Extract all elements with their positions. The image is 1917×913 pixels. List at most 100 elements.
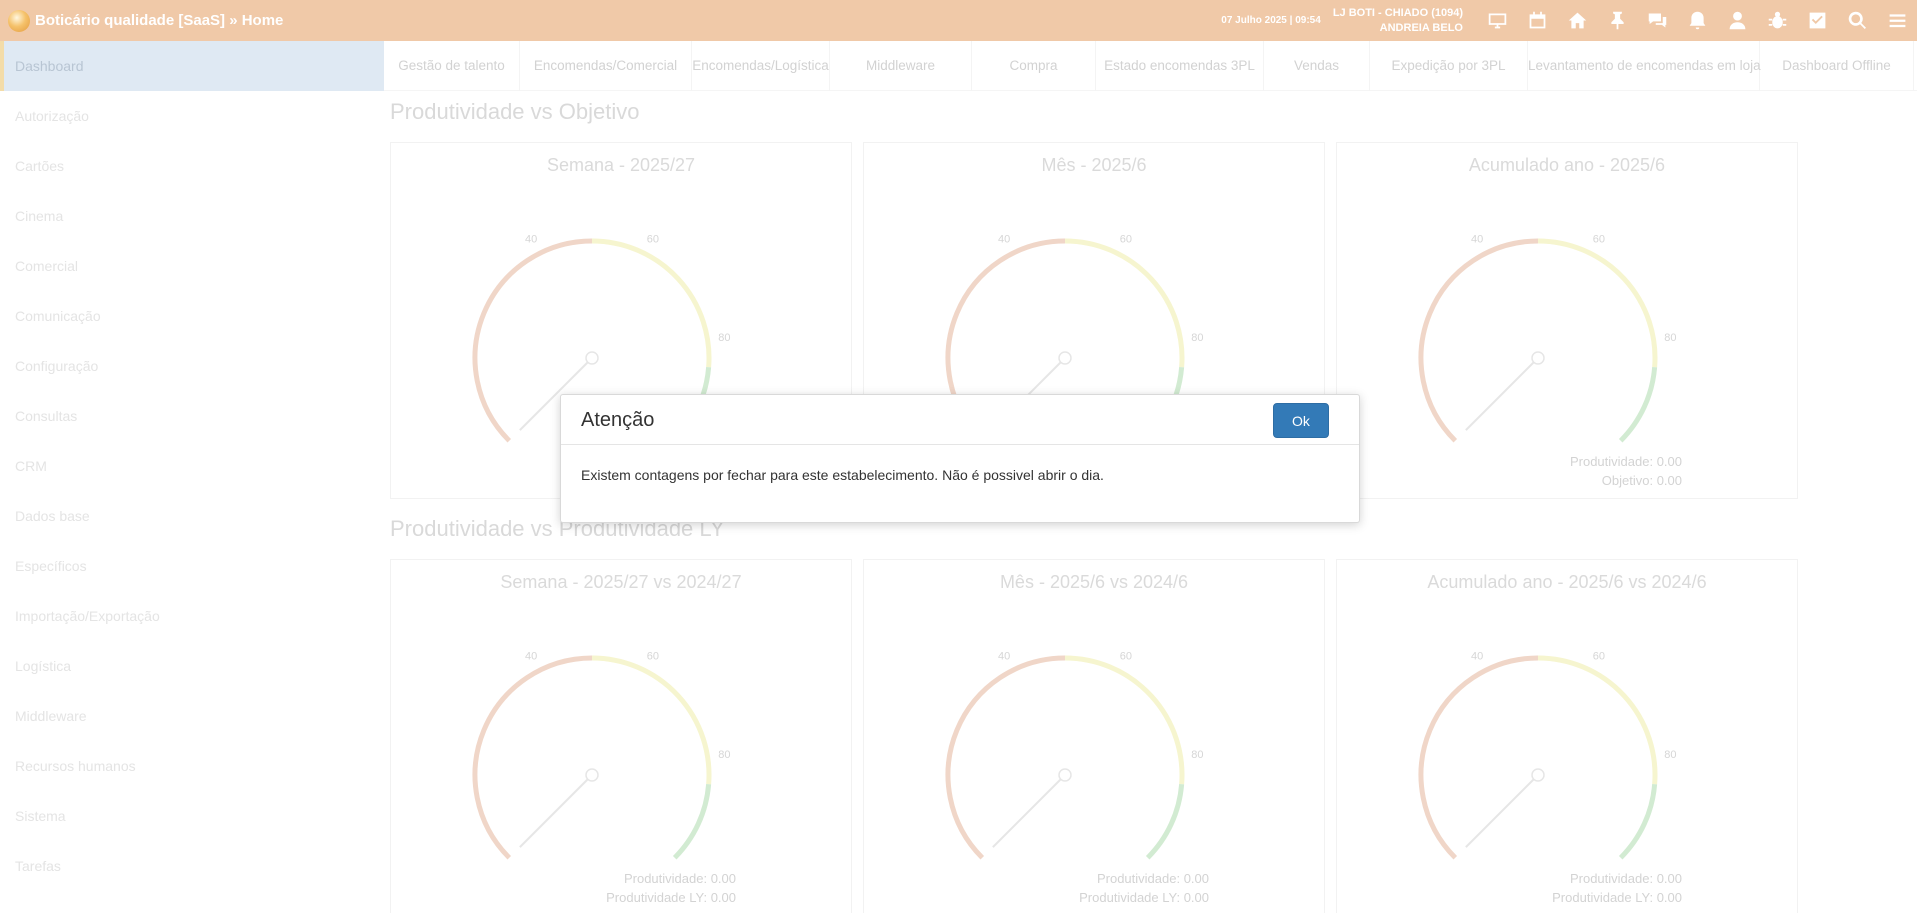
gauge-needle bbox=[1465, 774, 1539, 848]
gauge-tick-label: 40 bbox=[998, 234, 1010, 246]
tab-compra[interactable]: Compra bbox=[972, 41, 1096, 91]
gauge-pivot bbox=[1531, 351, 1545, 365]
bug-icon[interactable] bbox=[1757, 0, 1797, 41]
gauge-tick-label: 80 bbox=[1664, 749, 1676, 761]
gauge-tick-label: 40 bbox=[525, 234, 537, 246]
panel-stats: Produtividade: 0.00 Produtividade LY: 0.0… bbox=[606, 869, 736, 907]
sidebar-item-sistema[interactable]: Sistema bbox=[0, 791, 384, 841]
gauge-panel: Acumulado ano - 2025/6020406080100Produt… bbox=[1336, 142, 1798, 499]
chat-icon[interactable] bbox=[1637, 0, 1677, 41]
modal-header: Atenção Ok bbox=[561, 395, 1359, 445]
gauge-needle bbox=[992, 774, 1066, 848]
modal-message: Existem contagens por fechar para este e… bbox=[581, 467, 1104, 483]
gauge-band bbox=[1618, 366, 1658, 443]
tab-middleware[interactable]: Middleware bbox=[830, 41, 972, 91]
sidebar-item-comunica-o[interactable]: Comunicação bbox=[0, 291, 384, 341]
gauge-band bbox=[672, 783, 712, 860]
tab-expedi-o-por-3pl[interactable]: Expedição por 3PL bbox=[1370, 41, 1528, 91]
sidebar-item-autoriza-o[interactable]: Autorização bbox=[0, 91, 384, 141]
gauge-tick-label: 60 bbox=[647, 234, 659, 246]
sidebar-item-comercial[interactable]: Comercial bbox=[0, 241, 384, 291]
menu-icon[interactable] bbox=[1877, 0, 1917, 41]
gauge-tick-label: 80 bbox=[1664, 332, 1676, 344]
gauge-tick-label: 80 bbox=[718, 332, 730, 344]
gauge-band bbox=[1064, 238, 1185, 368]
gauge-tick-label: 60 bbox=[1120, 234, 1132, 246]
user-block[interactable]: LJ BOTI - CHIADO (1094) ANDREIA BELO bbox=[1333, 6, 1463, 36]
gauge-tick-label: 80 bbox=[1191, 332, 1203, 344]
user-icon[interactable] bbox=[1717, 0, 1757, 41]
tab-levantamento-de-encomendas-em-loja[interactable]: Levantamento de encomendas em loja bbox=[1528, 41, 1761, 91]
calendar-icon[interactable] bbox=[1517, 0, 1557, 41]
stat-comparison: Produtividade LY: 0.00 bbox=[606, 890, 736, 905]
monitor-icon[interactable] bbox=[1477, 0, 1517, 41]
panel-title: Mês - 2025/6 bbox=[1041, 155, 1147, 175]
logo bbox=[8, 9, 30, 32]
alert-modal: Atenção Ok Existem contagens por fechar … bbox=[560, 394, 1360, 523]
sidebar-item-crm[interactable]: CRM bbox=[0, 441, 384, 491]
bell-icon[interactable] bbox=[1677, 0, 1717, 41]
panel-title: Semana - 2025/27 bbox=[546, 155, 696, 175]
gauge-panel: Mês - 2025/6 vs 2024/6020406080100Produt… bbox=[863, 559, 1325, 913]
sidebar-item-dashboard[interactable]: Dashboard bbox=[0, 41, 384, 91]
stat-productivity: Produtividade: 0.00 bbox=[1569, 454, 1682, 469]
sidebar-item-cinema[interactable]: Cinema bbox=[0, 191, 384, 241]
tab-gest-o-de-talento[interactable]: Gestão de talento bbox=[384, 41, 520, 91]
tab-dashboard-offline[interactable]: Dashboard Offline bbox=[1760, 41, 1914, 91]
stat-comparison: Objetivo: 0.00 bbox=[1601, 473, 1682, 488]
tab-estado-encomendas-3pl[interactable]: Estado encomendas 3PL bbox=[1096, 41, 1264, 91]
gauge-pivot bbox=[585, 768, 599, 782]
check-square-icon[interactable] bbox=[1797, 0, 1837, 41]
stat-comparison: Produtividade LY: 0.00 bbox=[1079, 890, 1209, 905]
store-name: LJ BOTI - CHIADO (1094) bbox=[1332, 6, 1463, 19]
panel-title: Acumulado ano - 2025/6 vs 2024/6 bbox=[1427, 572, 1707, 592]
gauge-chart: 020406080100 bbox=[1418, 234, 1676, 448]
gauge-band bbox=[1418, 655, 1539, 860]
gauge-chart: 020406080100 bbox=[472, 651, 730, 865]
gauge-needle bbox=[519, 774, 593, 848]
gauge-band bbox=[1064, 655, 1185, 785]
gauge-band bbox=[591, 655, 712, 785]
gauge-tick-label: 40 bbox=[998, 651, 1010, 663]
sidebar-item-middleware[interactable]: Middleware bbox=[0, 691, 384, 741]
ok-button[interactable]: Ok bbox=[1273, 403, 1329, 438]
app-title[interactable]: Boticário qualidade [SaaS] » Home bbox=[35, 12, 283, 29]
section-title: Produtividade vs Objetivo bbox=[390, 99, 640, 124]
gauge-tick-label: 80 bbox=[1191, 749, 1203, 761]
stat-comparison: Produtividade LY: 0.00 bbox=[1552, 890, 1682, 905]
gauge-band bbox=[945, 655, 1066, 860]
sidebar: Dashboard Autorização Cartões Cinema Comerci… bbox=[0, 41, 384, 913]
gauge-tick-label: 60 bbox=[1593, 651, 1605, 663]
gauge-panel: Semana - 2025/27 vs 2024/27020406080100P… bbox=[390, 559, 852, 913]
sidebar-item-consultas[interactable]: Consultas bbox=[0, 391, 384, 441]
sidebar-item-log-stica[interactable]: Logística bbox=[0, 641, 384, 691]
gauge-panel: Acumulado ano - 2025/6 vs 2024/602040608… bbox=[1336, 559, 1798, 913]
sidebar-item-tarefas[interactable]: Tarefas bbox=[0, 841, 384, 891]
gauge-band bbox=[591, 238, 712, 368]
gauge-chart: 020406080100 bbox=[1418, 651, 1676, 865]
tab-bar: Gestão de talento Encomendas/Comercial Enc… bbox=[384, 41, 1917, 91]
sidebar-item-cart-es[interactable]: Cartões bbox=[0, 141, 384, 191]
tab-vendas[interactable]: Vendas bbox=[1264, 41, 1370, 91]
home-icon[interactable] bbox=[1557, 0, 1597, 41]
gauge-band bbox=[1537, 238, 1658, 368]
gauge-tick-label: 40 bbox=[1471, 234, 1483, 246]
gauge-tick-label: 60 bbox=[647, 651, 659, 663]
sidebar-item-dados-base[interactable]: Dados base bbox=[0, 491, 384, 541]
gauge-pivot bbox=[1531, 768, 1545, 782]
sidebar-item-configura-o[interactable]: Configuração bbox=[0, 341, 384, 391]
panel-stats: Produtividade: 0.00 Produtividade LY: 0.0… bbox=[1079, 869, 1209, 907]
tab-encomendas-log-stica[interactable]: Encomendas/Logística bbox=[692, 41, 830, 91]
pin-icon[interactable] bbox=[1597, 0, 1637, 41]
sidebar-item-recursos-humanos[interactable]: Recursos humanos bbox=[0, 741, 384, 791]
stat-productivity: Produtividade: 0.00 bbox=[1569, 871, 1682, 886]
gauge-pivot bbox=[585, 351, 599, 365]
user-name: ANDREIA BELO bbox=[1379, 21, 1463, 34]
gauge-tick-label: 40 bbox=[525, 651, 537, 663]
sidebar-item-importa-o-exporta-o[interactable]: Importação/Exportação bbox=[0, 591, 384, 641]
tab-encomendas-comercial[interactable]: Encomendas/Comercial bbox=[520, 41, 692, 91]
modal-title: Atenção bbox=[581, 409, 655, 431]
gauge-pivot bbox=[1058, 351, 1072, 365]
sidebar-item-espec-ficos[interactable]: Específicos bbox=[0, 541, 384, 591]
search-icon[interactable] bbox=[1837, 0, 1877, 41]
